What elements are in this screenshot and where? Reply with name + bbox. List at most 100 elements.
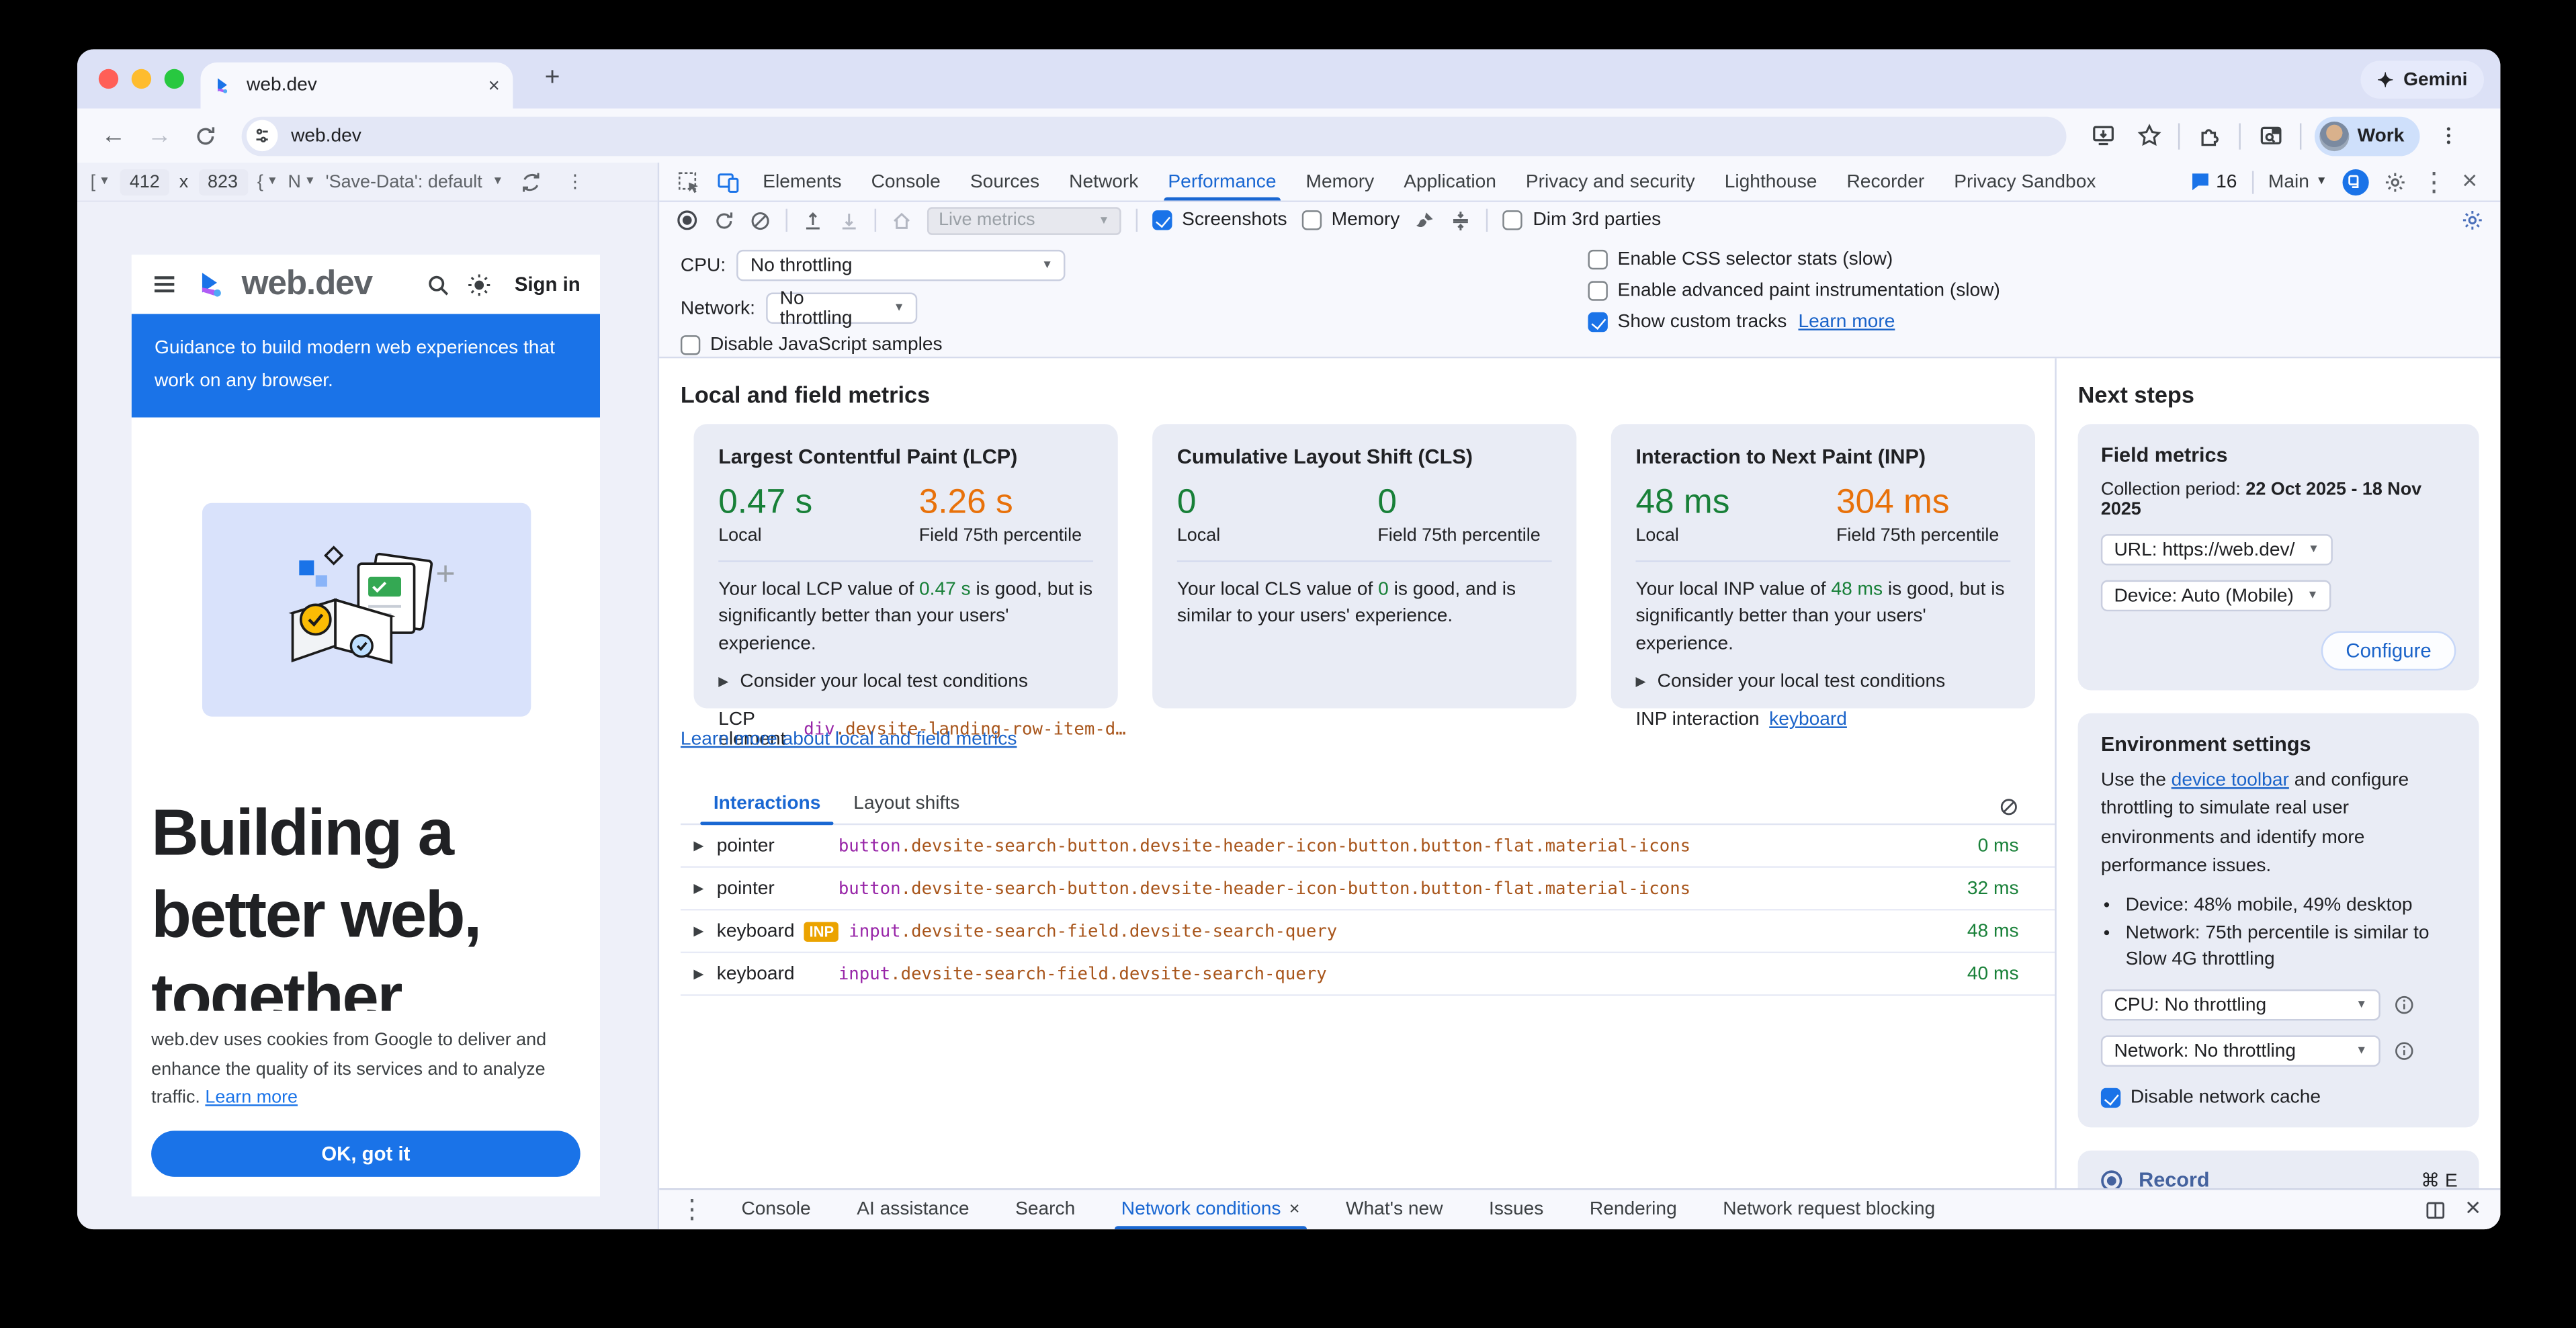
drawer-tab-network-request-blocking[interactable]: Network request blocking xyxy=(1703,1190,1955,1229)
network-info-icon[interactable] xyxy=(2393,1041,2415,1062)
lcp-test-conditions-expander[interactable]: ▶Consider your local test conditions xyxy=(718,672,1093,692)
save-profile-icon[interactable] xyxy=(839,210,860,231)
record-reload-icon[interactable] xyxy=(714,210,735,231)
tab-privacy-security[interactable]: Privacy and security xyxy=(1511,163,1710,200)
screenshots-checkbox[interactable]: Screenshots xyxy=(1152,210,1287,230)
device-toolbar-link[interactable]: device toolbar xyxy=(2172,771,2289,791)
interaction-row[interactable]: ▶ keyboard input.devsite-search-field.de… xyxy=(681,953,2055,996)
device-width-input[interactable]: 412 xyxy=(120,169,169,195)
drawer-tab-issues[interactable]: Issues xyxy=(1469,1190,1563,1229)
inp-test-conditions-expander[interactable]: ▶Consider your local test conditions xyxy=(1635,672,2010,692)
device-toolbar-menu-icon[interactable]: ⋮ xyxy=(566,171,584,192)
tab-application[interactable]: Application xyxy=(1389,163,1511,200)
env-network-select[interactable]: Network: No throttling▼ xyxy=(2101,1035,2380,1066)
expand-row-icon[interactable]: ▶ xyxy=(681,838,717,853)
profile-button[interactable]: Work xyxy=(2315,116,2419,155)
tab-layout-shifts[interactable]: Layout shifts xyxy=(837,794,976,824)
tab-interactions[interactable]: Interactions xyxy=(697,794,836,824)
capture-settings-gear-icon[interactable] xyxy=(2461,209,2484,232)
close-drawer-tab-icon[interactable]: × xyxy=(1289,1200,1300,1219)
promo-banner[interactable]: Guidance to build modern web experiences… xyxy=(132,314,600,417)
memory-checkbox[interactable]: Memory xyxy=(1302,210,1400,230)
tab-elements[interactable]: Elements xyxy=(748,163,856,200)
webdev-logo[interactable]: web.dev xyxy=(194,265,372,304)
field-device-select[interactable]: Device: Auto (Mobile)▼ xyxy=(2101,580,2331,611)
expand-row-icon[interactable]: ▶ xyxy=(681,924,717,938)
tab-privacy-sandbox[interactable]: Privacy Sandbox xyxy=(1939,163,2110,200)
browser-tab[interactable]: web.dev × xyxy=(200,62,513,109)
theme-toggle-icon[interactable] xyxy=(467,272,492,297)
save-data-select[interactable]: 'Save-Data': default▼ xyxy=(325,172,503,191)
disable-js-samples-checkbox[interactable]: Disable JavaScript samples xyxy=(681,335,943,355)
close-window-button[interactable] xyxy=(99,69,118,89)
device-type-select[interactable]: [▼ xyxy=(91,172,110,191)
back-button[interactable]: ← xyxy=(93,116,133,155)
drawer-menu-icon[interactable]: ⋮ xyxy=(679,1193,705,1226)
split-panel-icon[interactable] xyxy=(2424,1199,2446,1221)
clear-log-icon[interactable] xyxy=(1999,797,2018,817)
metrics-learn-more-link[interactable]: Learn more about local and field metrics xyxy=(681,729,1017,749)
home-icon[interactable] xyxy=(891,210,912,231)
device-toolbar-toggle-icon[interactable] xyxy=(709,163,748,200)
env-cpu-select[interactable]: CPU: No throttling▼ xyxy=(2101,989,2380,1020)
sign-in-button[interactable]: Sign in xyxy=(515,273,581,296)
console-messages-button[interactable]: 16 xyxy=(2190,171,2237,192)
zoom-select[interactable]: {▼ xyxy=(257,172,278,191)
load-profile-icon[interactable] xyxy=(802,210,824,231)
gc-brush-icon[interactable] xyxy=(1414,210,1436,231)
close-drawer-icon[interactable]: × xyxy=(2465,1195,2481,1225)
drawer-tab-rendering[interactable]: Rendering xyxy=(1570,1190,1697,1229)
paint-instrumentation-checkbox[interactable]: Enable advanced paint instrumentation (s… xyxy=(1588,281,2000,300)
search-icon[interactable] xyxy=(426,272,451,297)
tab-network[interactable]: Network xyxy=(1054,163,1153,200)
configure-button[interactable]: Configure xyxy=(2321,631,2456,671)
cookie-learn-more-link[interactable]: Learn more xyxy=(205,1089,298,1108)
tab-lighthouse[interactable]: Lighthouse xyxy=(1710,163,1832,200)
devtools-close-icon[interactable]: × xyxy=(2462,167,2477,196)
custom-tracks-learn-more-link[interactable]: Learn more xyxy=(1798,312,1895,332)
inp-interaction-link[interactable]: keyboard xyxy=(1769,710,1847,729)
tab-sources[interactable]: Sources xyxy=(955,163,1054,200)
throttle-select[interactable]: N▼ xyxy=(288,172,315,191)
interaction-row[interactable]: ▶ keyboard INP input.devsite-search-fiel… xyxy=(681,910,2055,953)
bookmark-star-icon[interactable] xyxy=(2132,119,2165,152)
install-icon[interactable] xyxy=(2086,119,2119,152)
interaction-row[interactable]: ▶ pointer button.devsite-search-button.d… xyxy=(681,868,2055,911)
drawer-tab-console[interactable]: Console xyxy=(722,1190,830,1229)
drawer-tab-network-conditions[interactable]: Network conditions× xyxy=(1101,1190,1319,1229)
macos-window-controls[interactable] xyxy=(99,69,184,89)
search-tabs-icon[interactable] xyxy=(2253,119,2286,152)
tab-console[interactable]: Console xyxy=(857,163,955,200)
clear-icon[interactable] xyxy=(750,210,771,231)
drawer-tab-search[interactable]: Search xyxy=(996,1190,1095,1229)
cpu-info-icon[interactable] xyxy=(2393,994,2415,1016)
site-settings-icon[interactable] xyxy=(247,120,277,151)
gemini-button[interactable]: ✦ Gemini xyxy=(2360,61,2484,99)
minimize-window-button[interactable] xyxy=(132,69,151,89)
history-select[interactable]: Live metrics▼ xyxy=(927,206,1121,234)
devtools-menu-icon[interactable]: ⋮ xyxy=(2421,165,2447,198)
cookie-accept-button[interactable]: OK, got it xyxy=(151,1131,581,1177)
forward-button[interactable]: → xyxy=(140,116,179,155)
rotate-device-icon[interactable] xyxy=(520,170,543,193)
record-icon[interactable] xyxy=(676,209,699,232)
device-height-input[interactable]: 823 xyxy=(198,169,247,195)
tab-close-icon[interactable]: × xyxy=(488,74,500,97)
tab-memory[interactable]: Memory xyxy=(1291,163,1389,200)
cpu-throttling-select[interactable]: No throttling▼ xyxy=(737,250,1066,281)
interaction-row[interactable]: ▶ pointer button.devsite-search-button.d… xyxy=(681,825,2055,868)
drawer-tab-whats-new[interactable]: What's new xyxy=(1326,1190,1463,1229)
browser-menu-icon[interactable] xyxy=(2432,119,2465,152)
zoom-window-button[interactable] xyxy=(165,69,184,89)
hamburger-menu-icon[interactable] xyxy=(151,271,177,298)
context-select[interactable]: Main▼ xyxy=(2268,172,2327,191)
devtools-settings-icon[interactable] xyxy=(2383,170,2406,193)
custom-tracks-checkbox[interactable]: Show custom tracks xyxy=(1588,312,1787,332)
new-tab-button[interactable]: + xyxy=(531,64,574,93)
tab-recorder[interactable]: Recorder xyxy=(1832,163,1939,200)
extensions-puzzle-icon[interactable] xyxy=(2193,119,2226,152)
address-bar[interactable]: web.dev xyxy=(242,116,2067,155)
drawer-tab-ai-assistance[interactable]: AI assistance xyxy=(837,1190,989,1229)
device-mode-active-icon[interactable] xyxy=(2342,169,2368,195)
css-selector-stats-checkbox[interactable]: Enable CSS selector stats (slow) xyxy=(1588,250,1893,269)
